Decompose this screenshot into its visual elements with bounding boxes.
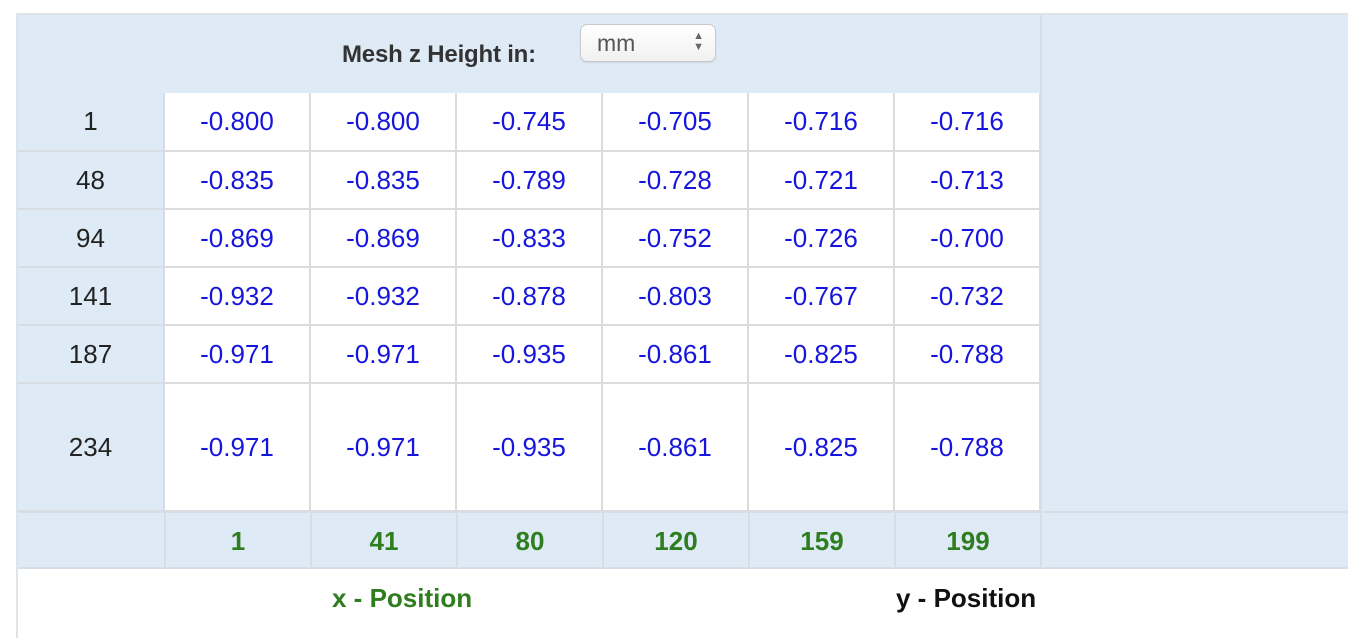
mesh-value-cell: -0.971 (163, 325, 311, 384)
mesh-row: 187 -0.971 -0.971 -0.935 -0.861 -0.825 -0.788 (18, 325, 1041, 384)
mesh-value-cell: -0.700 (893, 209, 1041, 268)
mesh-value-cell: -0.833 (455, 209, 603, 268)
mesh-panel: Mesh z Height in: mm ▲ ▼ 1 -0.800 -0.800 -0.… (16, 13, 1348, 638)
mesh-value-cell: -0.767 (747, 267, 895, 326)
mesh-value-cell: -0.932 (163, 267, 311, 326)
mesh-table: 1 -0.800 -0.800 -0.745 -0.705 -0.716 -0.716 48-… (18, 93, 1041, 512)
y-position-label: 187 (18, 325, 165, 384)
mesh-value-cell: -0.800 (163, 93, 311, 152)
mesh-value-cell: -0.721 (747, 151, 895, 210)
mesh-value-cell: -0.869 (309, 209, 457, 268)
right-filler (1040, 93, 1348, 511)
mesh-value-cell: -0.800 (309, 93, 457, 152)
x-position-row: 1 41 80 120 159 199 (18, 511, 1348, 569)
mesh-value-cell: -0.878 (455, 267, 603, 326)
unit-select-value: mm (597, 30, 636, 56)
mesh-value-cell: -0.803 (601, 267, 749, 326)
mesh-value-cell: -0.861 (601, 383, 749, 512)
mesh-value-cell: -0.971 (163, 383, 311, 512)
x-row-divider (1040, 513, 1042, 569)
mesh-row: 48 -0.835 -0.835 -0.789 -0.728 -0.721 -0.713 (18, 151, 1041, 210)
updown-chevron-icon: ▲ ▼ (693, 30, 704, 53)
x-position-label: 1 (164, 513, 310, 569)
mesh-value-cell: -0.825 (747, 325, 895, 384)
x-position-label: 120 (602, 513, 748, 569)
mesh-value-cell: -0.728 (601, 151, 749, 210)
y-position-label: 141 (18, 267, 165, 326)
mesh-value-cell: -0.705 (601, 93, 749, 152)
mesh-value-cell: -0.752 (601, 209, 749, 268)
mesh-height-label: Mesh z Height in: (342, 41, 536, 68)
mesh-value-cell: -0.789 (455, 151, 603, 210)
mesh-value-cell: -0.825 (747, 383, 895, 512)
y-axis-label: y - Position (896, 583, 1037, 613)
mesh-value-cell: -0.788 (893, 383, 1041, 512)
x-position-label: 80 (456, 513, 602, 569)
mesh-value-cell: -0.935 (455, 383, 603, 512)
y-position-label: 1 (18, 93, 165, 152)
mesh-value-cell: -0.716 (747, 93, 895, 152)
y-position-label: 48 (18, 151, 165, 210)
mesh-value-cell: -0.745 (455, 93, 603, 152)
mesh-value-cell: -0.835 (163, 151, 311, 210)
y-position-label: 234 (18, 383, 165, 512)
x-axis-label: x - Position (332, 583, 473, 613)
header-right-filler (1040, 15, 1348, 93)
mesh-value-cell: -0.971 (309, 383, 457, 512)
mesh-row: 1 -0.800 -0.800 -0.745 -0.705 -0.716 -0.716 (18, 93, 1041, 152)
mesh-value-cell: -0.732 (893, 267, 1041, 326)
mesh-row: 141 -0.932 -0.932 -0.878 -0.803 -0.767 -0.732 (18, 267, 1041, 326)
x-position-label: 199 (894, 513, 1040, 569)
mesh-value-cell: -0.713 (893, 151, 1041, 210)
x-position-label: 159 (748, 513, 894, 569)
mesh-value-cell: -0.835 (309, 151, 457, 210)
mesh-value-cell: -0.932 (309, 267, 457, 326)
mesh-value-cell: -0.716 (893, 93, 1041, 152)
mesh-row: 94 -0.869 -0.869 -0.833 -0.752 -0.726 -0.700 (18, 209, 1041, 268)
mesh-value-cell: -0.935 (455, 325, 603, 384)
mesh-value-cell: -0.971 (309, 325, 457, 384)
x-position-label: 41 (310, 513, 456, 569)
mesh-value-cell: -0.788 (893, 325, 1041, 384)
mesh-row: 234 -0.971 -0.971 -0.935 -0.861 -0.825 -0.788 (18, 383, 1041, 512)
y-position-label: 94 (18, 209, 165, 268)
unit-select[interactable]: mm ▲ ▼ (580, 24, 716, 62)
mesh-value-cell: -0.869 (163, 209, 311, 268)
mesh-value-cell: -0.726 (747, 209, 895, 268)
mesh-value-cell: -0.861 (601, 325, 749, 384)
